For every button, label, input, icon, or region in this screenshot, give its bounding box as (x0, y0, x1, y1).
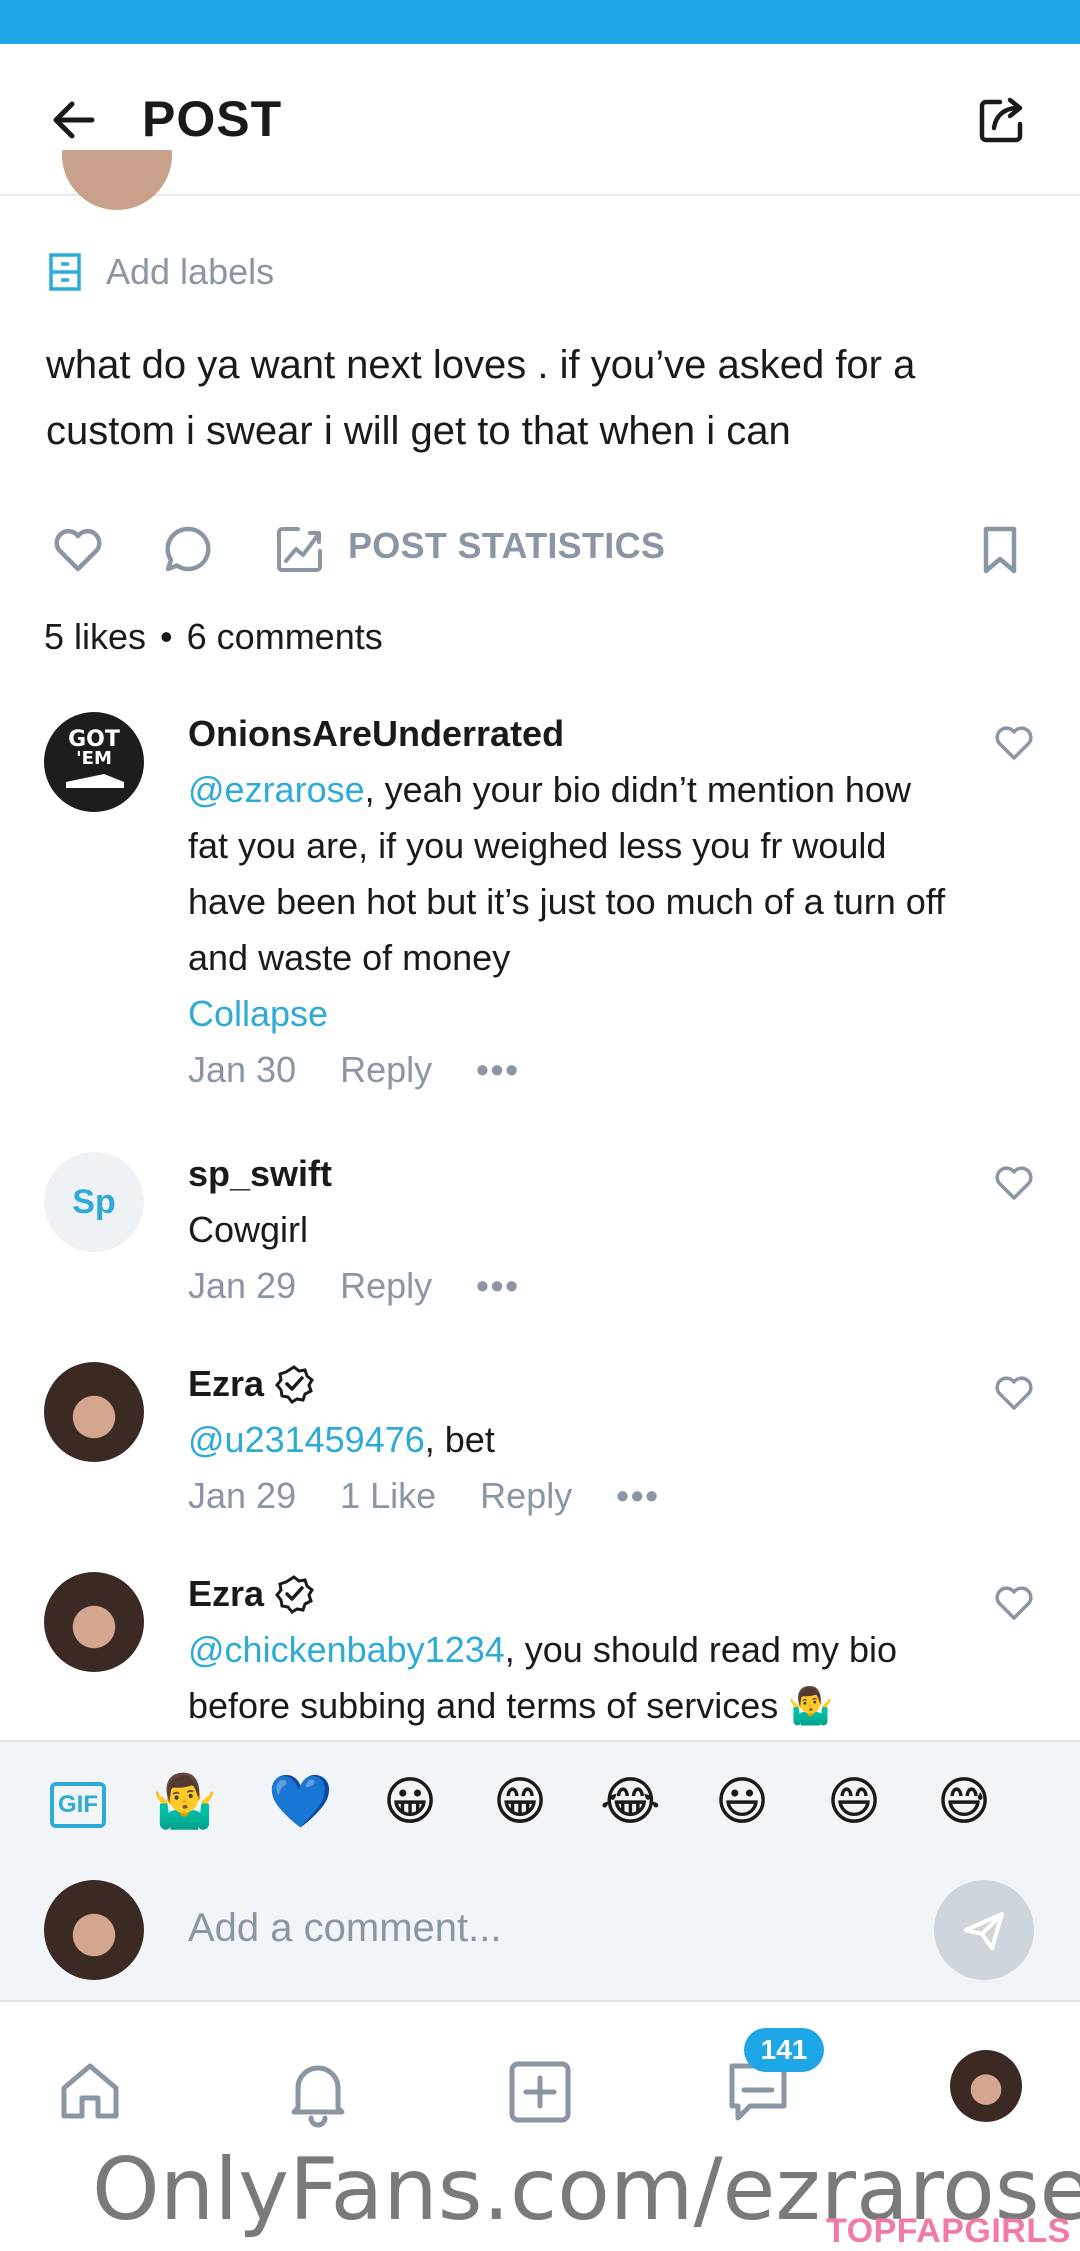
statistics-icon[interactable] (272, 521, 328, 577)
comments-count[interactable]: 6 comments (187, 616, 383, 657)
comment-icon[interactable] (160, 521, 216, 577)
notifications-bell-icon[interactable] (280, 2054, 356, 2130)
avatar[interactable] (44, 1362, 144, 1462)
comment-meta: Jan 29 1 Like Reply ••• (188, 1468, 948, 1524)
svg-text:'EM: 'EM (76, 748, 112, 769)
comment-meta: Jan 29 Reply ••• (188, 1258, 948, 1314)
comment-input[interactable]: Add a comment... (188, 1906, 501, 1951)
comment-author-row: Ezra (188, 1356, 948, 1412)
reply-button[interactable]: Reply (340, 1042, 432, 1098)
verified-icon (275, 1575, 315, 1614)
post-statistics-button[interactable]: POST STATISTICS (348, 525, 665, 567)
profile-avatar[interactable] (950, 2050, 1022, 2122)
likes-count[interactable]: 5 likes (44, 616, 146, 657)
more-options-icon[interactable]: ••• (616, 1468, 660, 1524)
bookmark-icon[interactable] (972, 521, 1028, 577)
add-post-icon[interactable] (502, 2054, 578, 2130)
share-icon[interactable] (974, 92, 1030, 148)
gif-button[interactable]: GIF (50, 1782, 106, 1828)
avatar[interactable] (44, 1572, 144, 1672)
comment-text-body: , bet (424, 1419, 495, 1460)
messages-badge: 141 (744, 2028, 824, 2072)
comment-heart-icon[interactable] (992, 1160, 1036, 1204)
comment-date: Jan 30 (188, 1049, 297, 1090)
counts-separator: • (160, 616, 173, 657)
smiley-emoji-icon[interactable]: 😃 (712, 1772, 772, 1832)
sweat-smile-emoji-icon[interactable]: 😅 (934, 1772, 994, 1832)
post-text: what do ya want next loves . if you’ve a… (46, 343, 916, 453)
mention-link[interactable]: @ezrarose (188, 769, 365, 810)
brand-watermark: TOPFAPGIRLS (826, 2212, 1071, 2250)
comment-text: @u231459476, bet (188, 1412, 948, 1468)
add-labels-label: Add labels (106, 251, 275, 292)
comment-composer: Add a comment... (0, 1870, 1080, 2000)
comment-body: Ezra @u231459476, bet Jan 29 1 Like Repl… (188, 1356, 948, 1524)
got-em-logo-icon: GOT 'EM (66, 727, 124, 788)
send-icon (964, 1912, 1004, 1950)
mention-link[interactable]: @chickenbaby1234 (188, 1629, 505, 1670)
avatar-initials: Sp (72, 1182, 116, 1221)
beaming-face-emoji-icon[interactable]: 😁 (490, 1772, 550, 1832)
comment-author-row: Ezra (188, 1566, 948, 1622)
comment-heart-icon[interactable] (992, 1370, 1036, 1414)
shrug-emoji-icon[interactable]: 🤷‍♂️ (152, 1772, 217, 1832)
home-icon[interactable] (52, 2054, 128, 2130)
post-actions: POST STATISTICS (0, 515, 1080, 575)
comment-meta: Jan 30 Reply ••• (188, 1042, 948, 1098)
comment-body: OnionsAreUnderrated @ezrarose, yeah your… (188, 706, 948, 1098)
verified-icon (275, 1365, 315, 1404)
reply-button[interactable]: Reply (340, 1258, 432, 1314)
comment-author[interactable]: Ezra (188, 1356, 264, 1412)
avatar[interactable]: Sp (44, 1152, 144, 1252)
tears-of-joy-emoji-icon[interactable]: 😂 (600, 1772, 661, 1832)
avatar (44, 1880, 144, 1980)
comment-text: @chickenbaby1234, you should read my bio… (188, 1622, 948, 1734)
send-button[interactable] (934, 1880, 1034, 1980)
grinning-face-emoji-icon[interactable]: 😀 (380, 1772, 440, 1832)
avatar[interactable]: GOT 'EM (44, 712, 144, 812)
comment-heart-icon[interactable] (992, 720, 1036, 764)
comment-author[interactable]: sp_swift (188, 1146, 948, 1202)
comment-body: sp_swift Cowgirl Jan 29 Reply ••• (188, 1146, 948, 1314)
comment-date: Jan 29 (188, 1475, 297, 1516)
mention-link[interactable]: @u231459476 (188, 1419, 425, 1460)
add-labels-button[interactable]: Add labels (48, 250, 274, 294)
status-bar (0, 0, 1080, 44)
collapse-link[interactable]: Collapse (188, 986, 948, 1042)
more-options-icon[interactable]: ••• (476, 1042, 520, 1098)
comment-text: Cowgirl (188, 1209, 309, 1250)
page-title: POST (142, 91, 283, 147)
post-counts: 5 likes • 6 comments (44, 616, 383, 658)
label-icon (49, 253, 81, 291)
blue-heart-emoji-icon[interactable]: 💙 (268, 1772, 333, 1832)
heart-icon[interactable] (50, 521, 106, 577)
comment-body: Ezra @chickenbaby1234, you should read m… (188, 1566, 948, 1734)
arrow-left-icon[interactable] (48, 94, 100, 146)
comment-heart-icon[interactable] (992, 1580, 1036, 1624)
reply-button[interactable]: Reply (480, 1468, 572, 1524)
comment-author[interactable]: OnionsAreUnderrated (188, 706, 948, 762)
more-options-icon[interactable]: ••• (476, 1258, 520, 1314)
comment-likes[interactable]: 1 Like (340, 1468, 436, 1524)
comment-author[interactable]: Ezra (188, 1566, 264, 1622)
comment-date: Jan 29 (188, 1265, 297, 1306)
author-avatar[interactable] (62, 150, 172, 210)
smile-emoji-icon[interactable]: 😄 (824, 1772, 884, 1832)
comment-text: @ezrarose, yeah your bio didn’t mention … (188, 762, 948, 986)
